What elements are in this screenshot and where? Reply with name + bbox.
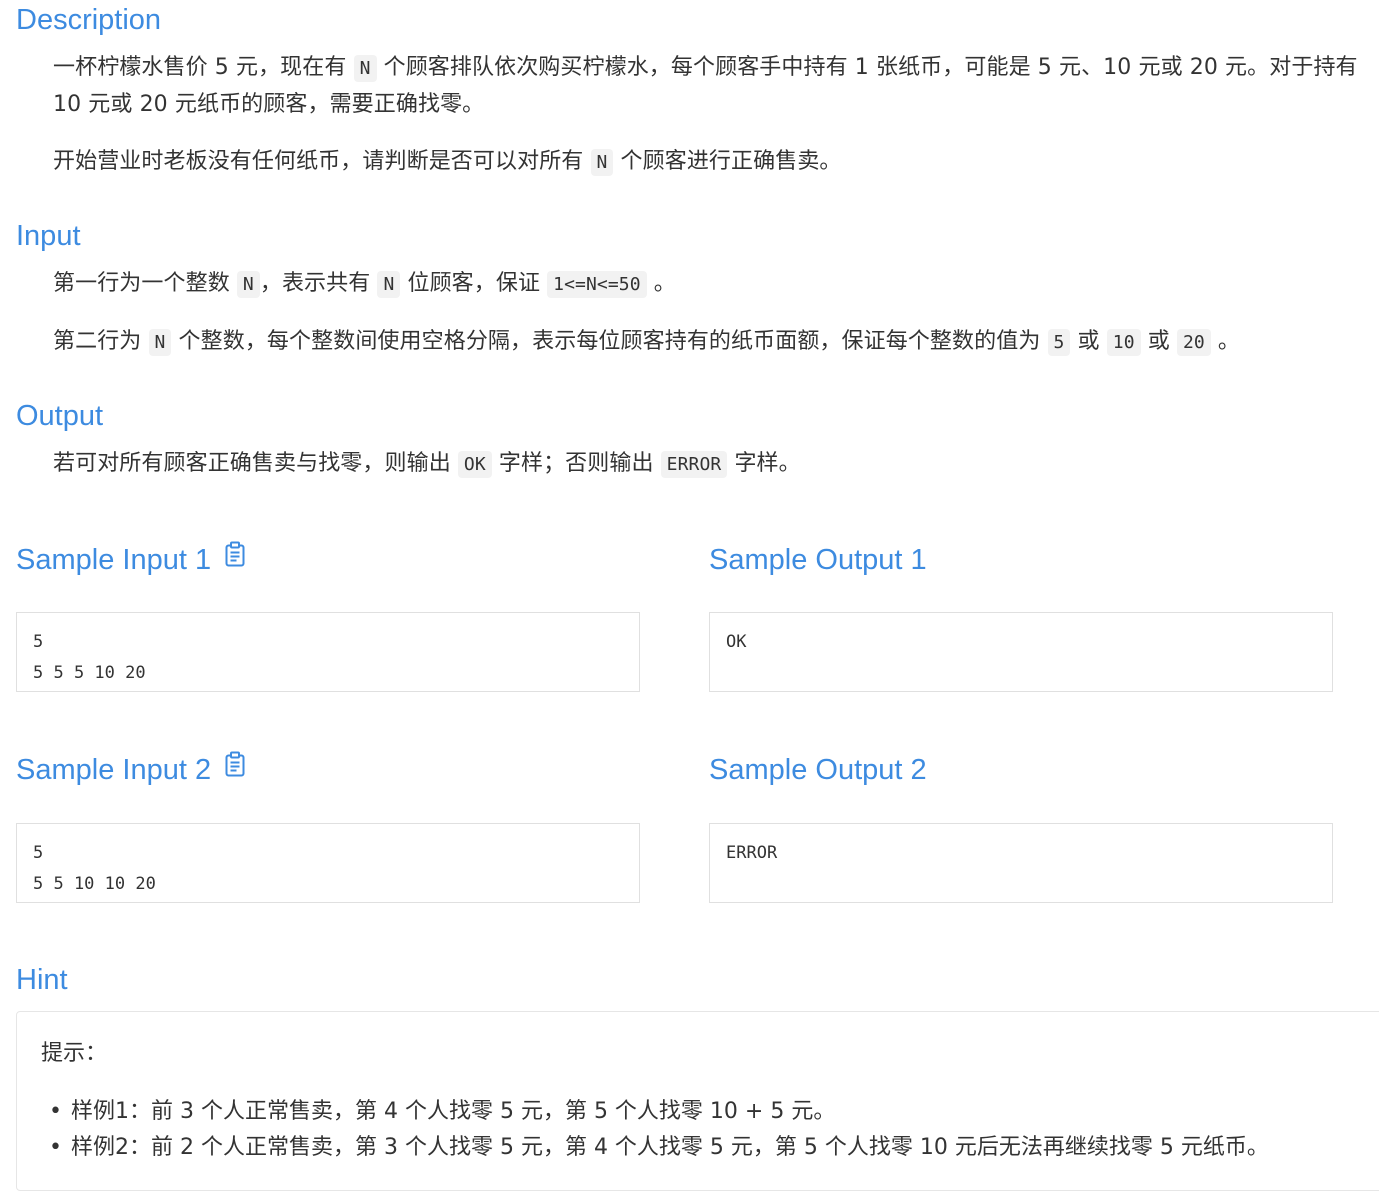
text-segment: ，表示共有 [259,271,378,296]
inline-code: 20 [1176,329,1211,356]
sample-input-1-line: 5 5 5 10 20 [33,663,146,683]
text-segment: 个整数，每个整数间使用空格分隔，表示每位顾客持有的纸币面额，保证每个整数的值为 [171,329,1048,354]
inline-code: OK [457,451,492,478]
description-paragraph-2: 开始营业时老板没有任何纸币，请判断是否可以对所有 N 个顾客进行正确售卖。 [53,144,842,181]
list-item: • 样例2：前 2 个人正常售卖，第 3 个人找零 5 元，第 4 个人找零 5 … [41,1130,1269,1166]
input-heading: Input [16,220,81,252]
text-segment: 第二行为 [53,329,149,354]
inline-code: N [590,149,614,176]
inline-code: 5 [1047,329,1071,356]
sample-output-2-box: ERROR [709,823,1333,903]
text-segment: 开始营业时老板没有任何纸币，请判断是否可以对所有 [53,149,591,174]
sample-input-1-box: 5 5 5 5 10 20 [16,612,640,692]
inline-code: N [377,271,401,298]
description-paragraph-1: 一杯柠檬水售价 5 元，现在有 N 个顾客排队依次购买柠檬水，每个顾客手中持有 … [53,50,1365,123]
list-item: • 样例1：前 3 个人正常售卖，第 4 个人找零 5 元，第 5 个人找零 10… [41,1094,1269,1130]
clipboard-icon[interactable] [225,541,245,575]
sample-input-2-box: 5 5 5 10 10 20 [16,823,640,903]
sample-input-1-line: 5 [33,632,44,652]
clipboard-icon[interactable] [225,751,245,785]
sample-output-1-heading: Sample Output 1 [709,544,927,576]
text-segment: 。 [646,271,676,296]
inline-code: N [353,55,377,82]
hint-lead: 提示： [41,1041,108,1066]
text-segment: 位顾客，保证 [400,271,548,296]
inline-code: 1<=N<=50 [547,271,647,298]
hint-list: • 样例1：前 3 个人正常售卖，第 4 个人找零 5 元，第 5 个人找零 10… [41,1094,1269,1166]
text-segment: 若可对所有顾客正确售卖与找零，则输出 [53,451,458,476]
text-segment: 字样；否则输出 [491,451,661,476]
sample-input-2-title: Sample Input 2 [16,754,212,786]
output-heading: Output [16,400,104,432]
bullet-icon: • [49,1135,62,1160]
text-segment: 或 [1070,329,1107,354]
sample-output-2-heading: Sample Output 2 [709,754,927,786]
text-segment: 个顾客进行正确售卖。 [613,149,842,174]
description-heading: Description [16,4,162,36]
inline-code: N [236,271,260,298]
inline-code: 10 [1106,329,1141,356]
sample-output-1-box: OK [709,612,1333,692]
hint-box: 提示： • 样例1：前 3 个人正常售卖，第 4 个人找零 5 元，第 5 个人找… [16,1011,1379,1191]
hint-item-text: 样例1：前 3 个人正常售卖，第 4 个人找零 5 元，第 5 个人找零 10 … [71,1099,836,1124]
sample-input-1-title: Sample Input 1 [16,544,212,576]
text-segment: 。 [1210,329,1241,354]
bullet-icon: • [49,1099,62,1124]
inline-code: N [148,329,172,356]
output-paragraph-1: 若可对所有顾客正确售卖与找零，则输出 OK 字样；否则输出 ERROR 字样。 [53,446,801,483]
text-segment: 或 [1140,329,1177,354]
hint-heading: Hint [16,964,68,996]
input-paragraph-1: 第一行为一个整数 N ，表示共有 N 位顾客，保证 1<=N<=50 。 [53,266,676,303]
text-segment: 字样。 [727,451,801,476]
text-segment: 一杯柠檬水售价 5 元，现在有 [53,55,354,80]
inline-code: ERROR [660,451,728,478]
text-segment: 第一行为一个整数 [53,271,237,296]
input-paragraph-2: 第二行为 N 个整数，每个整数间使用空格分隔，表示每位顾客持有的纸币面额，保证每… [53,324,1240,361]
sample-output-1-line: OK [726,632,747,652]
sample-input-1-heading: Sample Input 1 [16,541,245,578]
sample-output-2-line: ERROR [726,843,778,863]
sample-input-2-line: 5 [33,843,44,863]
hint-item-text: 样例2：前 2 个人正常售卖，第 3 个人找零 5 元，第 4 个人找零 5 元… [71,1135,1269,1160]
sample-input-2-line: 5 5 10 10 20 [33,874,156,894]
sample-input-2-heading: Sample Input 2 [16,751,245,788]
